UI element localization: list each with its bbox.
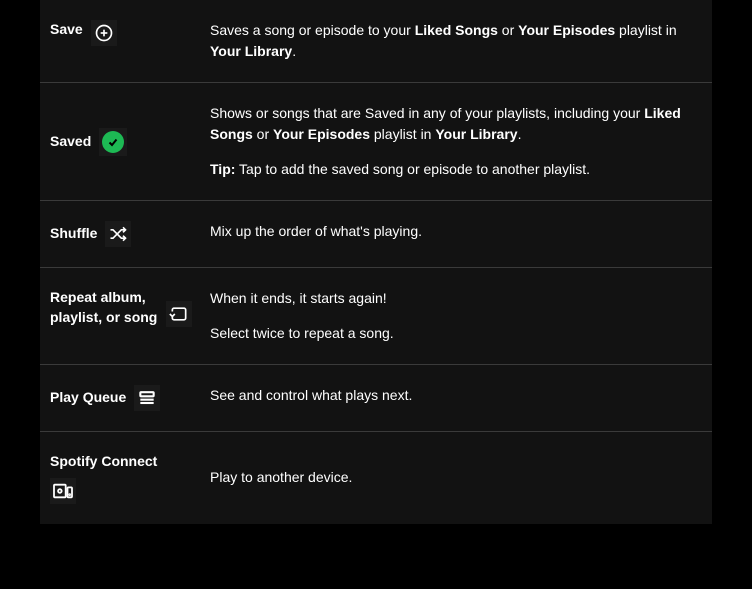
label-col-connect: Spotify Connect	[40, 452, 210, 504]
label-queue: Play Queue	[50, 388, 126, 408]
label-col-repeat: Repeat album, playlist, or song	[40, 288, 210, 344]
label-col-queue: Play Queue	[40, 385, 210, 411]
row-save: Save Saves a song or episode to your Lik…	[40, 0, 712, 83]
label-connect: Spotify Connect	[50, 453, 157, 469]
queue-icon	[134, 385, 160, 411]
desc-shuffle: Mix up the order of what's playing.	[210, 221, 712, 247]
desc-saved: Shows or songs that are Saved in any of …	[210, 103, 712, 180]
label-repeat: Repeat album, playlist, or song	[50, 288, 160, 327]
plus-circle-icon	[91, 20, 117, 46]
repeat-icon	[166, 301, 192, 327]
row-saved: Saved Shows or songs that are Saved in a…	[40, 83, 712, 201]
row-queue: Play Queue See and control what plays ne…	[40, 365, 712, 432]
row-connect: Spotify Connect Play to another device.	[40, 432, 712, 524]
label-save: Save	[50, 20, 83, 40]
shuffle-icon	[105, 221, 131, 247]
check-circle-icon	[99, 128, 127, 156]
row-shuffle: Shuffle Mix up the order of what's playi…	[40, 201, 712, 268]
desc-connect: Play to another device.	[210, 452, 712, 504]
label-saved: Saved	[50, 132, 91, 152]
label-shuffle: Shuffle	[50, 224, 97, 244]
label-col-save: Save	[40, 20, 210, 62]
label-col-saved: Saved	[40, 103, 210, 180]
label-col-shuffle: Shuffle	[40, 221, 210, 247]
row-repeat: Repeat album, playlist, or song When it …	[40, 268, 712, 365]
desc-save: Saves a song or episode to your Liked So…	[210, 20, 712, 62]
desc-repeat: When it ends, it starts again! Select tw…	[210, 288, 712, 344]
desc-queue: See and control what plays next.	[210, 385, 712, 411]
help-table: Save Saves a song or episode to your Lik…	[40, 0, 712, 524]
devices-icon	[50, 478, 76, 504]
